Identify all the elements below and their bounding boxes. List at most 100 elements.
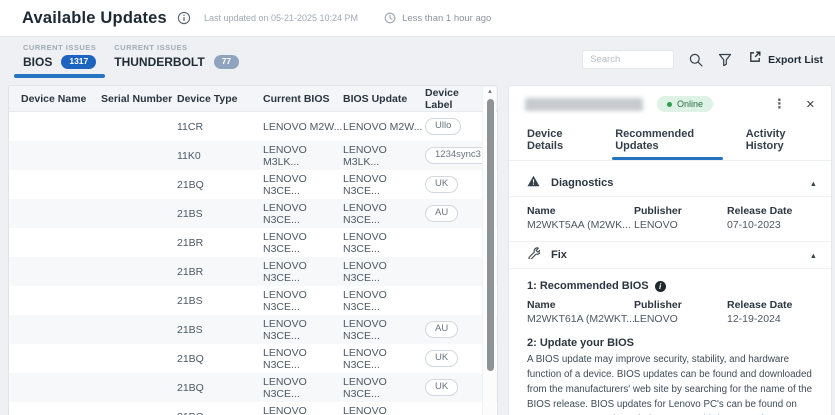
fix-release-label: Release Date bbox=[727, 299, 815, 311]
table-row[interactable]: 21BS LENOVO N3CE... LENOVO N3CE... AU bbox=[9, 199, 497, 228]
cell-device-type: 21BS bbox=[177, 324, 263, 336]
cell-current-bios: LENOVO N3CE... bbox=[263, 405, 343, 415]
table-row[interactable]: 21BQ LENOVO N3CE... LENOVO N3CE... bbox=[9, 402, 497, 415]
cell-device-type: 21BQ bbox=[177, 382, 263, 394]
top-header-bar: Available Updates Last updated on 05-21-… bbox=[0, 0, 835, 37]
col-serial-number[interactable]: Serial Number bbox=[101, 93, 177, 105]
col-device-type[interactable]: Device Type bbox=[177, 93, 263, 105]
updates-table: Device Name Serial Number Device Type Cu… bbox=[8, 85, 498, 415]
fix-step1-text: 1: Recommended BIOS bbox=[527, 280, 649, 292]
redacted-device-title bbox=[525, 98, 643, 111]
table-body: 11CR LENOVO M2W... LENOVO M2W... Ullo 11… bbox=[9, 112, 497, 415]
cell-bios-update: LENOVO N3CE... bbox=[343, 318, 425, 342]
cell-bios-update: LENOVO N3CE... bbox=[343, 405, 425, 415]
table-row[interactable]: 11CR LENOVO M2W... LENOVO M2W... Ullo bbox=[9, 112, 497, 141]
table-row[interactable]: 11K0 LENOVO M3LK... LENOVO M3LK... 1234s… bbox=[9, 141, 497, 170]
cell-current-bios: LENOVO N3CE... bbox=[263, 318, 343, 342]
cell-current-bios: LENOVO N3CE... bbox=[263, 347, 343, 371]
fix-section-header[interactable]: Fix ▲ bbox=[509, 242, 831, 269]
fix-step2-text: 2: Update your BIOS bbox=[527, 337, 634, 349]
tab-thunderbolt[interactable]: CURRENT ISSUES THUNDERBOLT 77 bbox=[105, 40, 248, 78]
close-icon[interactable]: ✕ bbox=[804, 98, 817, 111]
panel-tabs: Device Details Recommended Updates Activ… bbox=[509, 122, 831, 161]
cell-device-type: 11CR bbox=[177, 121, 263, 133]
diagnostics-title: Diagnostics bbox=[551, 177, 613, 189]
info-icon[interactable]: i bbox=[655, 281, 666, 292]
tab-bios-eyebrow: CURRENT ISSUES bbox=[23, 43, 96, 52]
col-device-name[interactable]: Device Name bbox=[21, 93, 101, 105]
diag-name-label: Name bbox=[527, 205, 634, 217]
col-device-label[interactable]: Device Label bbox=[425, 87, 481, 111]
device-detail-panel: Online ⋮ ✕ Device Details Recommended Up… bbox=[508, 85, 832, 415]
clock-icon bbox=[384, 12, 396, 24]
available-updates-screen: Available Updates Last updated on 05-21-… bbox=[0, 0, 835, 415]
bios-update-description: A BIOS update may improve security, stab… bbox=[527, 353, 815, 415]
export-icon bbox=[748, 50, 762, 69]
table-row[interactable]: 21BQ LENOVO N3CE... LENOVO N3CE... UK bbox=[9, 170, 497, 199]
col-bios-update[interactable]: BIOS Update bbox=[343, 93, 425, 105]
tab-thunderbolt-label: THUNDERBOLT bbox=[114, 55, 204, 69]
table-row[interactable]: 21BS LENOVO N3CE... LENOVO N3CE... bbox=[9, 286, 497, 315]
diagnostics-section-header[interactable]: Diagnostics ▲ bbox=[509, 170, 831, 197]
device-label-pill: Ullo bbox=[425, 118, 461, 135]
filter-icon[interactable] bbox=[718, 53, 732, 67]
scrollbar-thumb[interactable] bbox=[487, 99, 494, 371]
cell-bios-update: LENOVO N3CE... bbox=[343, 347, 425, 371]
status-badge: Online bbox=[657, 96, 713, 112]
tab-bios[interactable]: CURRENT ISSUES BIOS 1317 bbox=[14, 40, 105, 78]
table-row[interactable]: 21BR LENOVO N3CE... LENOVO N3CE... bbox=[9, 257, 497, 286]
diag-release-value: 07-10-2023 bbox=[727, 219, 817, 231]
search-icon[interactable] bbox=[689, 53, 703, 67]
tab-thunderbolt-count-badge: 77 bbox=[214, 55, 239, 68]
table-row[interactable]: 21BQ LENOVO N3CE... LENOVO N3CE... UK bbox=[9, 373, 497, 402]
description-text: A BIOS update may improve security, stab… bbox=[527, 354, 812, 410]
device-label-pill: UK bbox=[425, 379, 458, 396]
search-input[interactable] bbox=[582, 50, 674, 69]
tab-recommended-updates[interactable]: Recommended Updates bbox=[615, 122, 720, 160]
diag-release-label: Release Date bbox=[727, 205, 817, 217]
cell-bios-update: LENOVO N3CE... bbox=[343, 231, 425, 255]
cell-current-bios: LENOVO N3CE... bbox=[263, 173, 343, 197]
table-header-row: Device Name Serial Number Device Type Cu… bbox=[9, 86, 497, 112]
col-current-bios[interactable]: Current BIOS bbox=[263, 93, 343, 105]
panel-header: Online ⋮ ✕ bbox=[509, 86, 831, 118]
scrollbar-up-icon[interactable]: ▲ bbox=[483, 89, 497, 95]
cell-current-bios: LENOVO N3CE... bbox=[263, 376, 343, 400]
cell-current-bios: LENOVO N3CE... bbox=[263, 231, 343, 255]
fix-section-body: 1: Recommended BIOS i Name M2WKT61A (M2W… bbox=[509, 269, 831, 415]
cell-device-type: 11K0 bbox=[177, 150, 263, 162]
info-icon[interactable] bbox=[177, 11, 191, 25]
list-toolbar: Export List bbox=[582, 50, 823, 69]
diag-name-value: M2WKT5AA (M2WK... bbox=[527, 219, 634, 231]
kebab-menu-icon[interactable]: ⋮ bbox=[769, 96, 790, 112]
cell-current-bios: LENOVO N3CE... bbox=[263, 289, 343, 313]
cell-bios-update: LENOVO N3CE... bbox=[343, 260, 425, 284]
status-text: Online bbox=[677, 99, 703, 109]
fix-step1-title: 1: Recommended BIOS i bbox=[527, 280, 815, 292]
active-tab-underline bbox=[14, 74, 105, 78]
tab-activity-history[interactable]: Activity History bbox=[746, 122, 813, 160]
fix-name-label: Name bbox=[527, 299, 634, 311]
collapse-caret-icon[interactable]: ▲ bbox=[810, 251, 817, 260]
cell-device-type: 21BQ bbox=[177, 179, 263, 191]
warning-icon bbox=[527, 174, 540, 192]
last-updated-text: Last updated on 05-21-2025 10:24 PM bbox=[204, 13, 358, 23]
table-row[interactable]: 21BQ LENOVO N3CE... LENOVO N3CE... UK bbox=[9, 344, 497, 373]
collapse-caret-icon[interactable]: ▲ bbox=[810, 179, 817, 188]
export-list-button[interactable]: Export List bbox=[748, 50, 823, 69]
tab-device-details[interactable]: Device Details bbox=[527, 122, 589, 160]
tab-bios-label: BIOS bbox=[23, 55, 52, 69]
cell-bios-update: LENOVO N3CE... bbox=[343, 289, 425, 313]
cell-bios-update: LENOVO M3LK... bbox=[343, 144, 425, 168]
device-label-pill: UK bbox=[425, 176, 458, 193]
fix-title: Fix bbox=[551, 249, 567, 261]
cell-bios-update: LENOVO M2W... bbox=[343, 121, 425, 133]
cell-current-bios: LENOVO N3CE... bbox=[263, 260, 343, 284]
table-scrollbar[interactable]: ▲ bbox=[482, 87, 496, 415]
online-dot-icon bbox=[667, 102, 672, 107]
last-updated-ago: Less than 1 hour ago bbox=[402, 13, 491, 24]
device-label-pill: AU bbox=[425, 205, 458, 222]
table-row[interactable]: 21BR LENOVO N3CE... LENOVO N3CE... bbox=[9, 228, 497, 257]
fix-publisher-value: LENOVO bbox=[634, 313, 727, 325]
table-row[interactable]: 21BS LENOVO N3CE... LENOVO N3CE... AU bbox=[9, 315, 497, 344]
